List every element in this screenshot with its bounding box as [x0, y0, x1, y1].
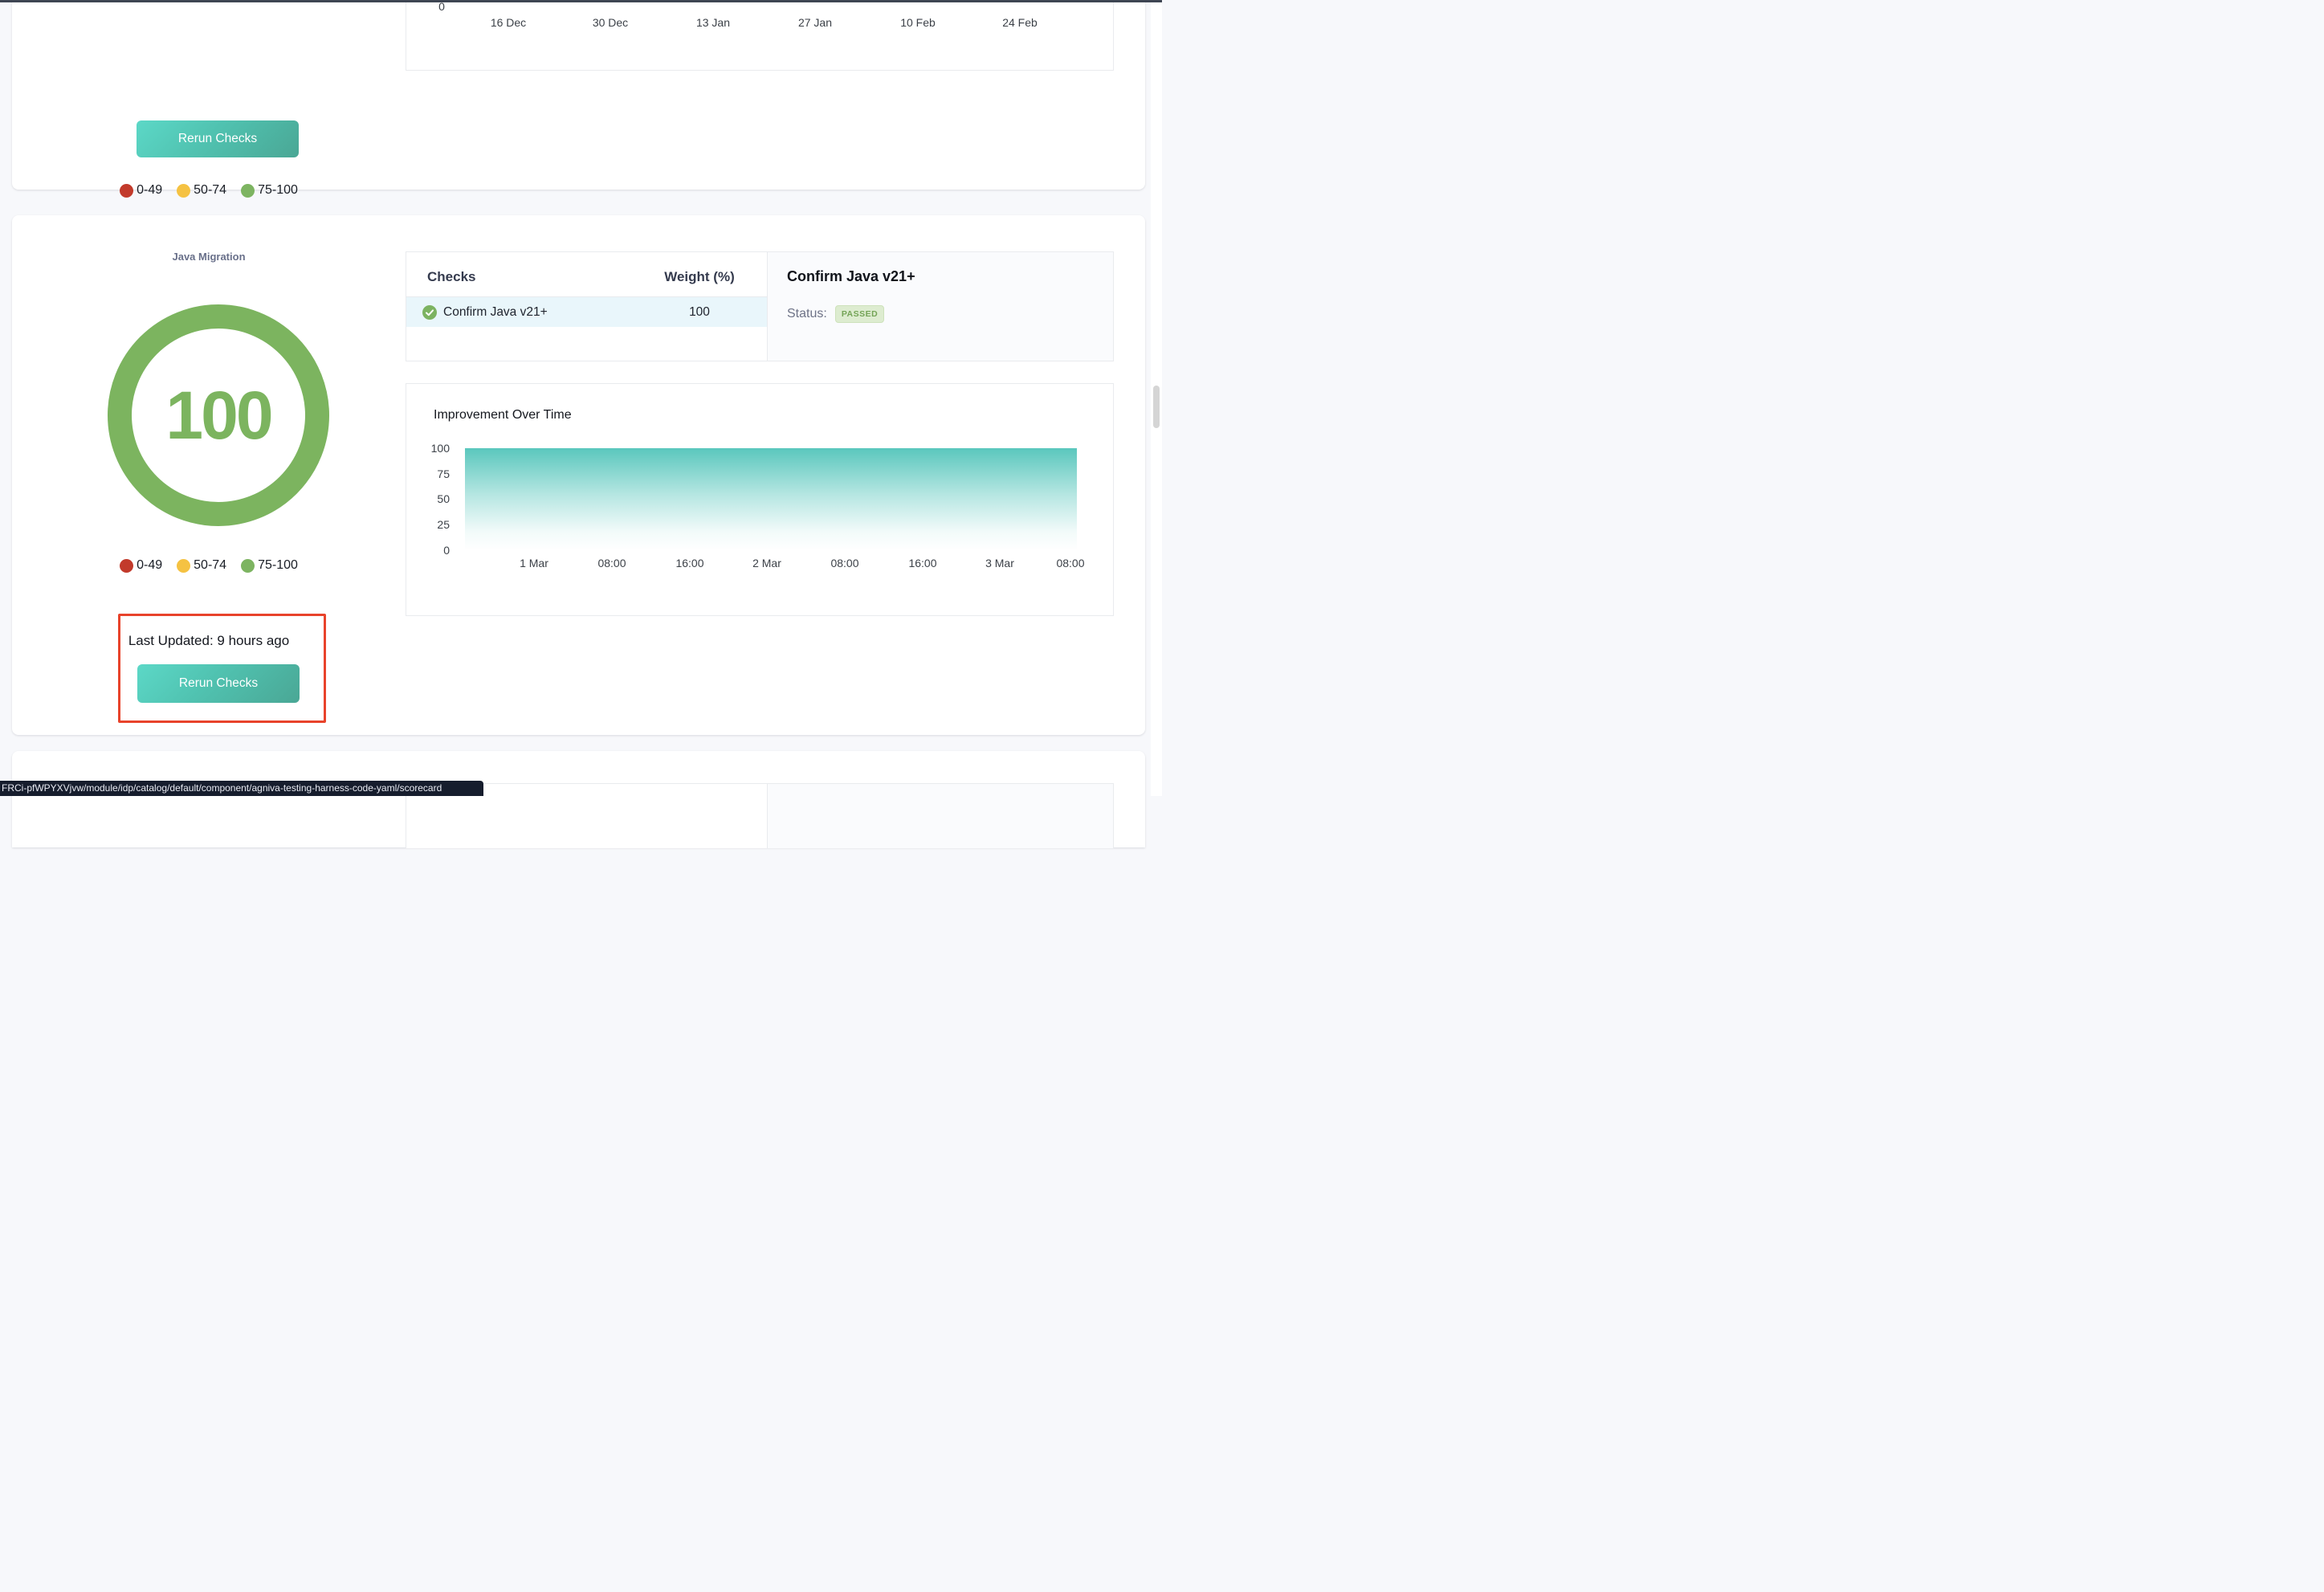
check-weight: 100: [643, 297, 756, 327]
trend-x-tick: 30 Dec: [578, 16, 642, 29]
legend-dot-green-icon: [241, 559, 255, 573]
trend-x-tick: 16 Dec: [476, 16, 540, 29]
trend-x-tick: 24 Feb: [988, 16, 1052, 29]
legend-item-mid: 50-74: [177, 558, 226, 573]
check-detail-panel: [767, 784, 1113, 848]
imp-y-tick: 25: [406, 518, 450, 531]
scorecard-card-top: 0-49 50-74 75-100 Last Updated: 9 hours …: [12, 0, 1145, 190]
imp-x-tick: 16:00: [891, 557, 955, 569]
check-detail-title: Confirm Java v21+: [787, 268, 915, 285]
trend-x-tick: 13 Jan: [681, 16, 745, 29]
legend-label: 50-74: [194, 558, 226, 573]
imp-x-tick: 2 Mar: [735, 557, 799, 569]
legend-label: 0-49: [137, 183, 162, 198]
legend-label: 75-100: [258, 183, 298, 198]
rerun-checks-button[interactable]: Rerun Checks: [137, 120, 299, 157]
legend-dot-red-icon: [120, 184, 133, 198]
legend-item-high: 75-100: [241, 558, 298, 573]
legend-item-low: 0-49: [120, 558, 162, 573]
check-passed-icon: [422, 305, 437, 320]
imp-y-tick: 100: [406, 442, 450, 455]
improvement-chart-container: Improvement Over Time 100 75 50 25 0 1 M…: [406, 383, 1114, 616]
checks-panel: [406, 783, 1114, 848]
legend-item-low: 0-49: [120, 183, 162, 198]
check-row-confirm-java[interactable]: Confirm Java v21+ 100: [406, 297, 767, 327]
imp-y-tick: 75: [406, 467, 450, 480]
check-name: Confirm Java v21+: [443, 305, 548, 320]
imp-y-tick: 50: [406, 492, 450, 505]
link-url-statusbar: FRCi-pfWPYXVjvw/module/idp/catalog/defau…: [0, 781, 483, 796]
imp-x-tick: 1 Mar: [502, 557, 566, 569]
trend-chart-container: 0 16 Dec 30 Dec 13 Jan 27 Jan 10 Feb 24 …: [406, 0, 1114, 71]
scrollbar-thumb[interactable]: [1153, 386, 1160, 428]
checks-panel: Checks Weight (%) Confirm Java v21+ 100 …: [406, 251, 1114, 361]
score-ring: 100: [108, 304, 329, 526]
score-legend: 0-49 50-74 75-100: [12, 558, 406, 573]
legend-label: 75-100: [258, 558, 298, 573]
legend-item-high: 75-100: [241, 183, 298, 198]
imp-y-tick: 0: [406, 544, 450, 557]
status-label: Status:: [787, 307, 827, 321]
scorecard-title: Java Migration: [12, 251, 406, 263]
legend-item-mid: 50-74: [177, 183, 226, 198]
improvement-area-series: [465, 448, 1077, 550]
legend-dot-red-icon: [120, 559, 133, 573]
status-badge: PASSED: [835, 305, 884, 323]
scorecard-card-next: [12, 751, 1145, 847]
imp-x-tick: 3 Mar: [968, 557, 1032, 569]
weight-column-header: Weight (%): [643, 269, 756, 285]
legend-dot-green-icon: [241, 184, 255, 198]
imp-x-tick: 16:00: [658, 557, 722, 569]
scrollbar-track[interactable]: [1151, 0, 1162, 796]
status-row: Status: PASSED: [787, 305, 884, 323]
score-value: 100: [165, 377, 271, 455]
legend-label: 0-49: [137, 558, 162, 573]
legend-dot-yellow-icon: [177, 559, 190, 573]
check-detail-panel: Confirm Java v21+ Status: PASSED: [767, 252, 1113, 361]
imp-x-tick: 08:00: [580, 557, 644, 569]
legend-dot-yellow-icon: [177, 184, 190, 198]
imp-x-tick: 08:00: [813, 557, 877, 569]
cropped-top-strip: [0, 0, 1162, 2]
checks-column-header: Checks: [427, 269, 475, 285]
improvement-chart-title: Improvement Over Time: [434, 408, 572, 422]
trend-x-tick: 27 Jan: [783, 16, 847, 29]
annotation-highlight-box: [118, 614, 326, 723]
imp-x-tick: 08:00: [1038, 557, 1103, 569]
scorecard-card-java-migration: Java Migration 100 0-49 50-74 75-100 Las…: [12, 215, 1145, 735]
trend-x-tick: 10 Feb: [886, 16, 950, 29]
legend-label: 50-74: [194, 183, 226, 198]
score-legend: 0-49 50-74 75-100: [12, 183, 406, 198]
